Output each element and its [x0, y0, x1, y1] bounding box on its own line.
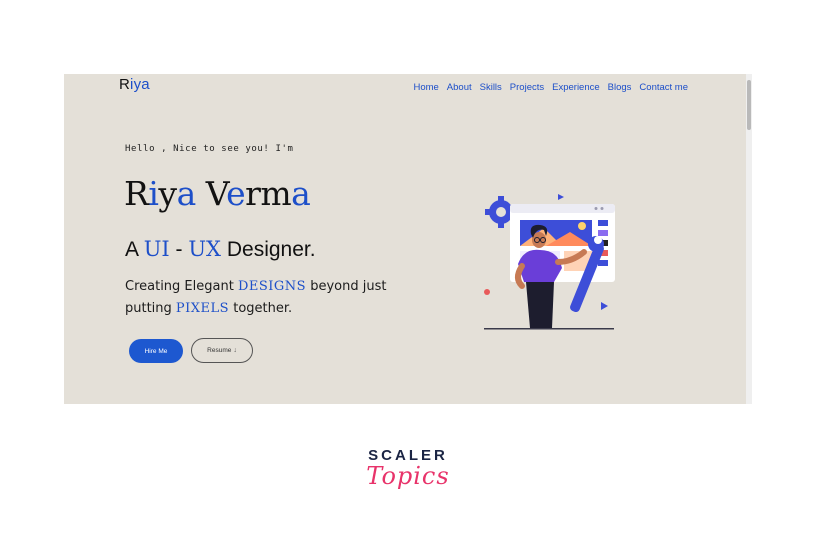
name-part: a: [176, 174, 197, 213]
tagline-keyword-pixels: PIXELS: [175, 301, 230, 316]
name-part: a: [291, 174, 311, 213]
name-part: i: [148, 174, 159, 213]
nav-contact[interactable]: Contact me: [639, 82, 688, 93]
hero-name: Riya Verma: [124, 174, 311, 213]
nav-blogs[interactable]: Blogs: [608, 82, 632, 93]
name-part: rm: [245, 174, 292, 213]
triangle-icon: [558, 194, 564, 200]
main-nav: Home About Skills Projects Experience Bl…: [413, 82, 688, 93]
nav-projects[interactable]: Projects: [510, 82, 544, 93]
role-ui: UI: [143, 237, 170, 261]
role-dash: -: [169, 238, 189, 261]
scroll-thumb[interactable]: [747, 80, 751, 130]
nav-home[interactable]: Home: [413, 82, 438, 93]
role-suffix: Designer.: [221, 238, 316, 261]
scrollbar[interactable]: [746, 74, 752, 404]
resume-button[interactable]: Resume ↓: [191, 338, 253, 363]
name-part: e: [226, 174, 246, 213]
tagline-text: together.: [229, 301, 293, 316]
nav-skills[interactable]: Skills: [480, 82, 502, 93]
hero-tagline: Creating Elegant DESIGNS beyond just put…: [125, 276, 425, 320]
nav-experience[interactable]: Experience: [552, 82, 600, 93]
hero-greeting: Hello , Nice to see you! I'm: [125, 144, 294, 154]
tagline-text: Creating Elegant: [125, 279, 238, 294]
download-icon: ↓: [233, 347, 237, 354]
name-part: V: [195, 174, 227, 213]
name-part: R: [124, 174, 149, 213]
hero-role: A UI - UX Designer.: [125, 237, 316, 262]
logo-accent: iya: [130, 76, 150, 93]
name-part: y: [158, 174, 177, 213]
designer-illustration: [484, 194, 615, 330]
role-prefix: A: [125, 238, 144, 261]
tagline-keyword-designs: DESIGNS: [237, 279, 307, 294]
triangle-icon: [601, 302, 608, 310]
logo-letter: R: [119, 76, 131, 93]
role-ux: UX: [188, 237, 222, 261]
website-viewport: Riya Home About Skills Projects Experien…: [64, 74, 752, 404]
nav-about[interactable]: About: [447, 82, 472, 93]
site-logo[interactable]: Riya: [119, 76, 150, 93]
brand-wordmark-topics: Topics: [366, 462, 450, 490]
hire-me-button[interactable]: Hire Me: [129, 339, 183, 363]
resume-label: Resume: [207, 347, 232, 354]
dot-icon: [484, 289, 490, 295]
